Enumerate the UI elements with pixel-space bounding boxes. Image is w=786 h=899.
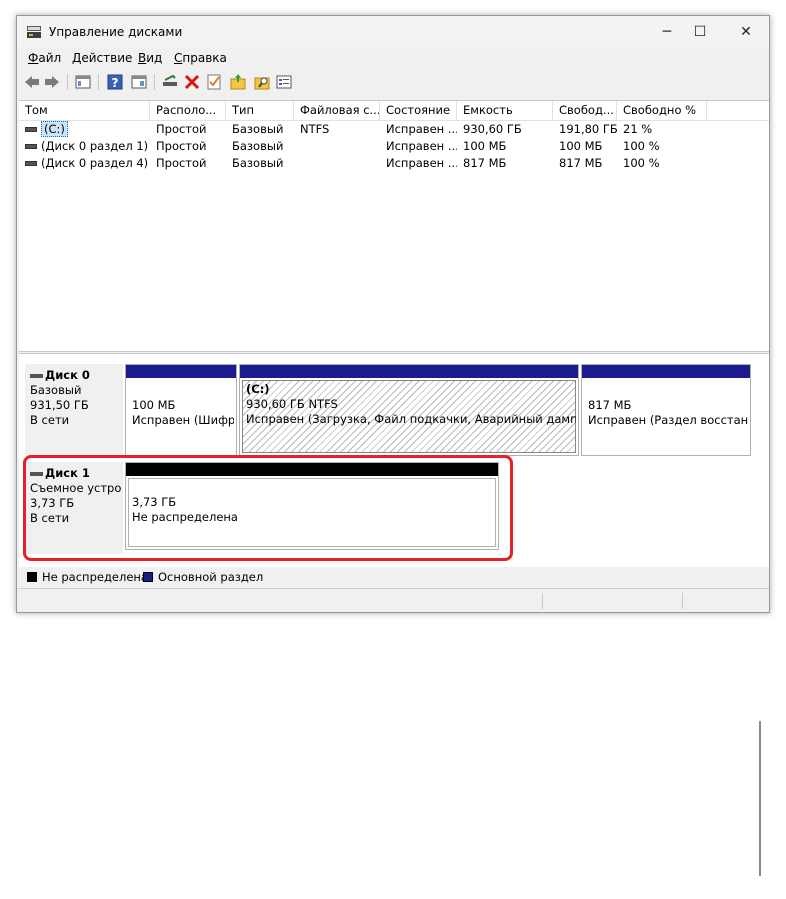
properties-icon[interactable]: [275, 73, 293, 91]
disk-icon: [30, 373, 43, 378]
column-header[interactable]: Тип: [226, 101, 294, 120]
menu-action[interactable]: Действие: [72, 51, 132, 65]
legend-label: Основной раздел: [158, 570, 264, 584]
forward-arrow-icon[interactable]: [43, 73, 61, 91]
volume-status: Исправен ...: [386, 122, 457, 136]
volume-free: 100 МБ: [559, 139, 603, 153]
partition-label: (C:): [246, 382, 270, 396]
menu-bar: Файл Действие Вид Справка: [17, 48, 769, 68]
disk-kind: Базовый: [30, 383, 82, 397]
volume-list-header: Том Располо... Тип Файловая с... Состоян…: [19, 101, 769, 121]
partition-block-c[interactable]: (C:) 930,60 ГБ NTFS Исправен (Загрузка, …: [239, 364, 579, 456]
column-header[interactable]: Файловая с...: [294, 101, 380, 120]
toolbar: ?: [17, 69, 769, 95]
show-hide-console-tree-icon[interactable]: [74, 73, 92, 91]
vertical-scrollbar[interactable]: [757, 699, 763, 899]
partition-status: Исправен (Загрузка, Файл подкачки, Авари…: [246, 412, 576, 426]
volume-name: (Диск 0 раздел 1): [41, 139, 149, 153]
disk-0-label[interactable]: Диск 0 Базовый 931,50 ГБ В сети: [25, 364, 123, 456]
new-folder-icon[interactable]: [229, 73, 247, 91]
delete-icon[interactable]: [183, 73, 201, 91]
volume-row[interactable]: (Диск 0 раздел 1) Простой Базовый Исправ…: [19, 138, 769, 155]
volume-free-percent: 21 %: [623, 122, 653, 136]
menu-file[interactable]: Файл: [28, 51, 61, 65]
partition-status: Исправен (Раздел восстано: [588, 413, 748, 427]
legend-swatch-unallocated: [27, 572, 37, 582]
properties-pane-icon[interactable]: [130, 73, 148, 91]
volume-row[interactable]: (Диск 0 раздел 4) Простой Базовый Исправ…: [19, 155, 769, 172]
minimize-button[interactable]: ─: [652, 22, 682, 42]
volume-name: (Диск 0 раздел 4): [41, 156, 149, 170]
column-header[interactable]: Емкость: [457, 101, 553, 120]
column-header[interactable]: Том: [19, 101, 150, 120]
volume-capacity: 817 МБ: [463, 156, 507, 170]
disk-management-icon: [27, 26, 41, 38]
connect-drive-icon[interactable]: [161, 73, 179, 91]
volume-capacity: 100 МБ: [463, 139, 507, 153]
volume-name: (C:): [41, 121, 68, 137]
volume-type: Базовый: [232, 156, 284, 170]
volume-type: Базовый: [232, 122, 284, 136]
column-header[interactable]: Состояние: [380, 101, 457, 120]
title-bar: Управление дисками ─ ☐ ✕: [17, 16, 769, 48]
volume-free: 191,80 ГБ: [559, 122, 617, 136]
column-header[interactable]: Свободно %: [617, 101, 707, 120]
partition-bar: [126, 365, 236, 378]
disk-management-window: Управление дисками ─ ☐ ✕ Файл Действие В…: [16, 15, 770, 876]
legend-label: Не распределена: [42, 570, 148, 584]
partition-size: 817 МБ: [588, 398, 632, 412]
disk-name: Диск 0: [45, 368, 90, 382]
volume-free: 817 МБ: [559, 156, 603, 170]
disk-state: В сети: [30, 413, 70, 427]
partition-bar: [582, 365, 750, 378]
help-icon[interactable]: ?: [106, 73, 124, 91]
back-arrow-icon[interactable]: [23, 73, 41, 91]
legend-swatch-primary: [143, 572, 153, 582]
partition-block[interactable]: 817 МБ Исправен (Раздел восстано: [581, 364, 751, 456]
volume-capacity: 930,60 ГБ: [463, 122, 522, 136]
volume-free-percent: 100 %: [623, 139, 660, 153]
partition-size: 100 МБ: [132, 398, 176, 412]
volume-row[interactable]: (C:) Простой Базовый NTFS Исправен ... 9…: [19, 121, 769, 138]
maximize-button[interactable]: ☐: [685, 22, 715, 42]
volume-type: Базовый: [232, 139, 284, 153]
scrollbar-thumb[interactable]: [759, 721, 761, 876]
close-button[interactable]: ✕: [731, 22, 761, 42]
partition-size: 930,60 ГБ NTFS: [246, 397, 338, 411]
volume-layout: Простой: [156, 156, 207, 170]
highlight-annotation: [23, 455, 513, 561]
volume-list: Том Располо... Тип Файловая с... Состоян…: [19, 100, 769, 352]
volume-status: Исправен ...: [386, 156, 457, 170]
partition-status: Исправен (Шифро: [132, 413, 234, 427]
partition-block[interactable]: 100 МБ Исправен (Шифро: [125, 364, 237, 456]
legend: Не распределена Основной раздел: [19, 568, 769, 586]
svg-text:?: ?: [112, 76, 119, 90]
volume-layout: Простой: [156, 122, 207, 136]
column-header[interactable]: Свобод...: [553, 101, 617, 120]
window-title: Управление дисками: [49, 25, 183, 39]
check-icon[interactable]: [205, 73, 223, 91]
volume-filesystem: NTFS: [300, 122, 330, 136]
column-header[interactable]: Располо...: [150, 101, 226, 120]
menu-help[interactable]: Справка: [174, 51, 227, 65]
disk-size: 931,50 ГБ: [30, 398, 89, 412]
menu-view[interactable]: Вид: [138, 51, 162, 65]
volume-status: Исправен ...: [386, 139, 457, 153]
volume-free-percent: 100 %: [623, 156, 660, 170]
partition-bar: [240, 365, 578, 378]
status-bar: [17, 588, 769, 613]
volume-filesystem: [294, 138, 380, 155]
search-folder-icon[interactable]: [253, 73, 271, 91]
volume-filesystem: [294, 155, 380, 172]
volume-layout: Простой: [156, 139, 207, 153]
